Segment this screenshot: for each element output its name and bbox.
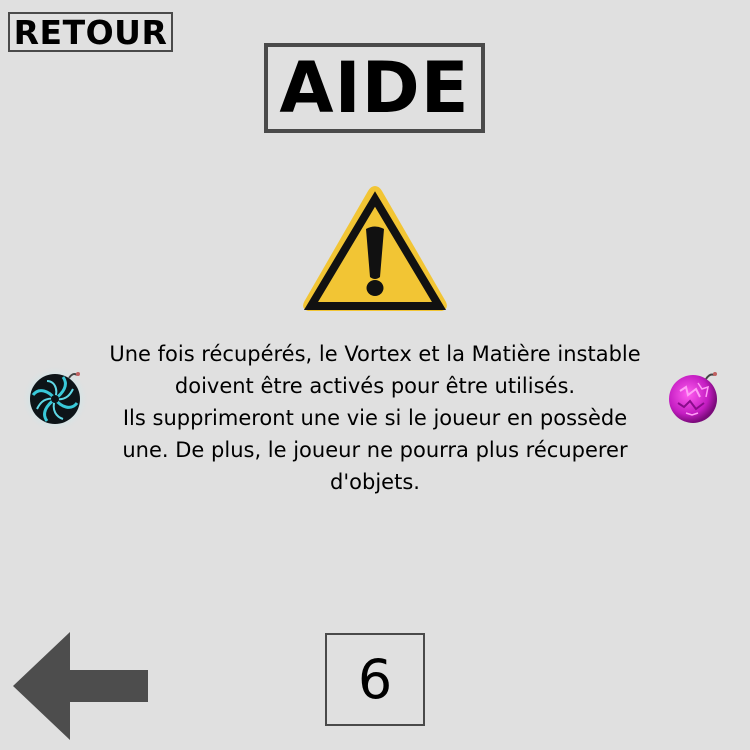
help-line: Une fois récupérés, le Vortex et la Mati… [109, 342, 641, 366]
left-arrow-icon[interactable] [13, 632, 150, 740]
vortex-bomb-icon [21, 365, 89, 433]
help-line: une. De plus, le joueur ne pourra plus r… [122, 438, 628, 462]
help-line: Ils supprimeront une vie si le joueur en… [122, 406, 628, 430]
help-description: Une fois récupérés, le Vortex et la Mati… [95, 338, 655, 498]
help-screen: RETOUR AIDE Une fois récupérés, le Vorte… [0, 0, 750, 750]
help-line: doivent être activés pour être utilisés. [174, 374, 576, 398]
warning-triangle-icon [303, 186, 447, 311]
page-number: 6 [325, 633, 425, 726]
help-line: d'objets. [330, 470, 420, 494]
page-title: AIDE [264, 43, 485, 133]
back-button[interactable]: RETOUR [8, 12, 173, 52]
unstable-matter-bomb-icon [669, 372, 717, 423]
